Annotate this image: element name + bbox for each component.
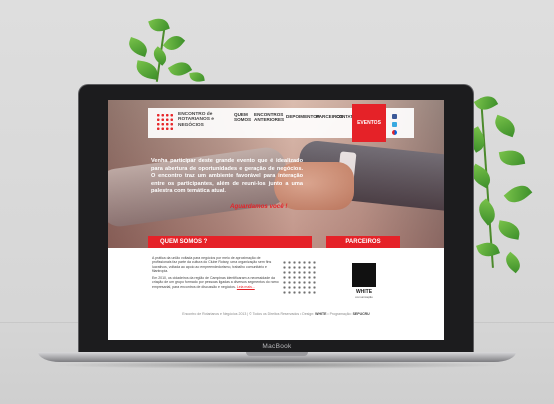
rotary-dots-graphic [282, 260, 316, 294]
partners-section-title: PARCEIROS [326, 236, 400, 248]
footer-design-link[interactable]: WHITE [315, 312, 326, 316]
nav-quem-somos[interactable]: QUEM SOMOS [234, 112, 252, 123]
nav-parceiros[interactable]: PARCEIROS [316, 114, 343, 119]
about-paragraph-2: Em 2010, os cidadeiros da região de Camp… [152, 276, 279, 289]
hero-intro-text: Venha participar deste grande evento que… [151, 158, 303, 195]
flickr-icon[interactable] [392, 130, 397, 135]
nav-encontros-anteriores[interactable]: ENCONTROS ANTERIORES [254, 112, 284, 123]
partner-subtitle: comunicação [355, 295, 373, 299]
about-paragraph-1: A prática da união voltada para negócios… [152, 256, 272, 273]
logo-icon[interactable] [156, 113, 174, 131]
about-text: A prática da união voltada para negócios… [152, 256, 280, 292]
nav-depoimentos[interactable]: DEPOIMENTOS [286, 114, 320, 119]
twitter-icon[interactable] [392, 122, 397, 127]
hero-cta-text: Aguardamos você ! [230, 203, 288, 210]
laptop-brand: MacBook [262, 343, 292, 350]
footer-prog-link[interactable]: SEPUCRU [353, 312, 370, 316]
website-screen: ENCONTRO de ROTARIANOS e NEGÓCIOS QUEM S… [108, 100, 444, 340]
nav-eventos-button[interactable]: EVENTOS [352, 104, 386, 142]
read-more-link[interactable]: Leia mais... [237, 285, 255, 289]
footer: Encontro de Rotarianos e Negócios 2013 |… [108, 306, 444, 322]
laptop-notch [246, 352, 308, 356]
partner-logo[interactable] [352, 263, 376, 287]
laptop-shadow [50, 361, 504, 369]
logo-text[interactable]: ENCONTRO de ROTARIANOS e NEGÓCIOS [178, 112, 228, 128]
facebook-icon[interactable] [392, 114, 397, 119]
about-section-title: QUEM SOMOS ? [148, 236, 312, 248]
footer-text: Encontro de Rotarianos e Negócios 2013 |… [182, 312, 315, 316]
footer-prog-label: • Programação: [327, 312, 352, 316]
